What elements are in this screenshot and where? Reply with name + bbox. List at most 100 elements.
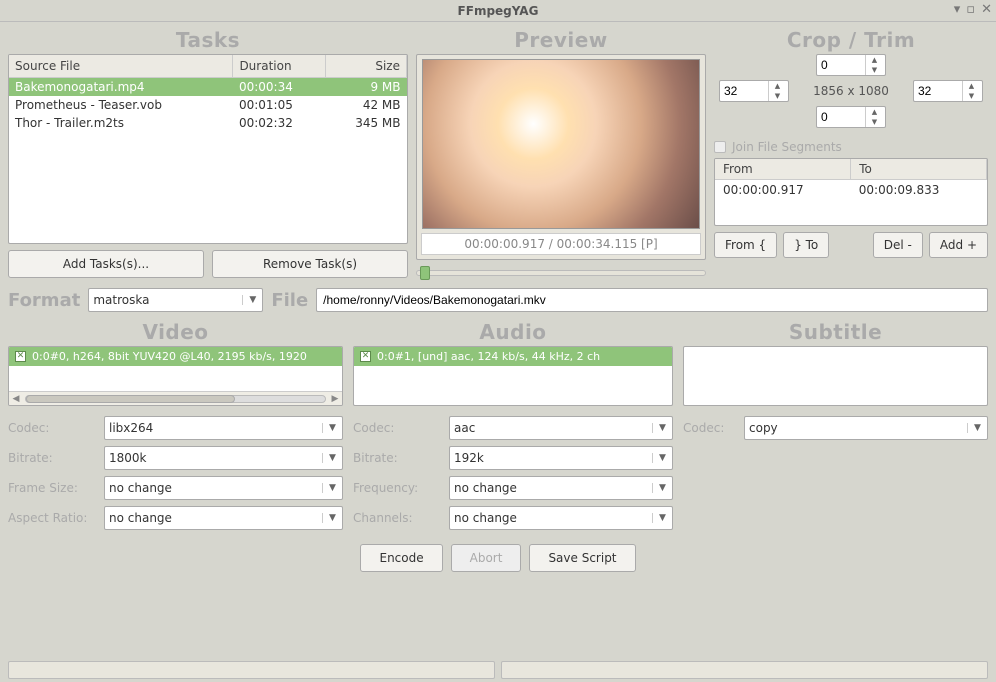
trim-col-from[interactable]: From [715,159,851,180]
audio-stream-list[interactable]: ✕ 0:0#1, [und] aac, 124 kb/s, 44 kHz, 2 … [353,346,673,406]
audio-channels-combo[interactable]: no change▼ [449,506,673,530]
crop-resolution: 1856 x 1080 [813,84,889,98]
up-icon[interactable]: ▲ [866,55,883,65]
chevron-down-icon[interactable]: ▼ [967,423,983,433]
trim-to-button[interactable]: } To [783,232,829,258]
trim-from-button[interactable]: From { [714,232,777,258]
audio-freq-combo[interactable]: no change▼ [449,476,673,500]
video-title: Video [8,320,343,344]
trim-del-button[interactable]: Del - [873,232,923,258]
video-stream-item[interactable]: ✕ 0:0#0, h264, 8bit YUV420 @L40, 2195 kb… [9,347,342,366]
video-panel: Video ✕ 0:0#0, h264, 8bit YUV420 @L40, 2… [8,320,343,530]
table-row[interactable]: Bakemonogatari.mp400:00:349 MB [9,78,407,97]
chevron-down-icon[interactable]: ▼ [322,453,338,463]
tasks-panel: Tasks Source File Duration Size Bakemono… [8,28,408,278]
subtitle-codec-combo[interactable]: copy▼ [744,416,988,440]
preview-time: 00:00:00.917 / 00:00:34.115 [P] [421,233,701,255]
slider-thumb[interactable] [420,266,430,280]
video-bitrate-combo[interactable]: 1800k▼ [104,446,343,470]
trim-table[interactable]: From To 00:00:00.91700:00:09.833 [714,158,988,226]
audio-codec-label: Codec: [353,421,443,435]
audio-channels-label: Channels: [353,511,443,525]
chevron-down-icon[interactable]: ▼ [322,513,338,523]
tasks-col-source[interactable]: Source File [9,55,233,78]
maximize-icon[interactable]: ▫ [966,2,975,17]
audio-stream-item[interactable]: ✕ 0:0#1, [und] aac, 124 kb/s, 44 kHz, 2 … [354,347,672,366]
scroll-right-icon[interactable]: ▶ [328,394,342,404]
video-aspect-combo[interactable]: no change▼ [104,506,343,530]
checkbox-icon[interactable]: ✕ [360,351,371,362]
join-segments-label: Join File Segments [732,140,842,154]
up-icon[interactable]: ▲ [866,107,883,117]
format-label: Format [8,290,80,311]
chevron-down-icon[interactable]: ▼ [322,483,338,493]
subtitle-stream-list[interactable] [683,346,988,406]
minimize-icon[interactable]: ▾ [954,2,961,17]
encode-button[interactable]: Encode [360,544,442,572]
audio-codec-combo[interactable]: aac▼ [449,416,673,440]
remove-task-button[interactable]: Remove Task(s) [212,250,408,278]
audio-panel: Audio ✕ 0:0#1, [und] aac, 124 kb/s, 44 k… [353,320,673,530]
trim-add-button[interactable]: Add + [929,232,988,258]
status-cell [8,661,495,679]
crop-right-input[interactable]: ▲▼ [913,80,983,102]
down-icon[interactable]: ▼ [866,117,883,127]
crop-bottom-input[interactable]: ▲▼ [816,106,886,128]
window-title: FFmpegYAG [458,4,539,18]
titlebar: FFmpegYAG ▾ ▫ ✕ [0,0,996,22]
audio-title: Audio [353,320,673,344]
up-icon[interactable]: ▲ [769,81,786,91]
preview-seek-slider[interactable] [416,270,706,276]
save-script-button[interactable]: Save Script [529,544,635,572]
chevron-down-icon[interactable]: ▼ [242,295,258,305]
tasks-col-duration[interactable]: Duration [233,55,326,78]
checkbox-icon[interactable]: ✕ [15,351,26,362]
audio-bitrate-label: Bitrate: [353,451,443,465]
table-row[interactable]: Prometheus - Teaser.vob00:01:0542 MB [9,96,407,114]
video-codec-combo[interactable]: libx264▼ [104,416,343,440]
add-tasks-button[interactable]: Add Tasks(s)... [8,250,204,278]
table-row[interactable]: 00:00:00.91700:00:09.833 [715,180,987,201]
up-icon[interactable]: ▲ [963,81,980,91]
format-combo[interactable]: matroska ▼ [88,288,263,312]
video-bitrate-label: Bitrate: [8,451,98,465]
video-aspect-label: Aspect Ratio: [8,511,98,525]
tasks-table[interactable]: Source File Duration Size Bakemonogatari… [8,54,408,244]
subtitle-panel: Subtitle Codec: copy▼ [683,320,988,530]
abort-button: Abort [451,544,522,572]
tasks-col-size[interactable]: Size [326,55,407,78]
scroll-knob[interactable] [26,395,235,403]
crop-left-input[interactable]: ▲▼ [719,80,789,102]
close-icon[interactable]: ✕ [981,2,992,17]
video-framesize-combo[interactable]: no change▼ [104,476,343,500]
subtitle-title: Subtitle [683,320,988,344]
chevron-down-icon[interactable]: ▼ [652,483,668,493]
video-codec-label: Codec: [8,421,98,435]
statusbar [8,661,988,679]
table-row[interactable]: Thor - Trailer.m2ts00:02:32345 MB [9,114,407,132]
crop-top-input[interactable]: ▲▼ [816,54,886,76]
chevron-down-icon[interactable]: ▼ [322,423,338,433]
file-path-input[interactable] [316,288,988,312]
join-segments-checkbox [714,141,726,153]
crop-panel: Crop / Trim ▲▼ ▲▼ 1856 x 1080 ▲▼ ▲▼ Join… [714,28,988,278]
file-label: File [271,290,308,311]
chevron-down-icon[interactable]: ▼ [652,423,668,433]
video-framesize-label: Frame Size: [8,481,98,495]
window-controls: ▾ ▫ ✕ [954,2,992,17]
crop-title: Crop / Trim [714,28,988,52]
down-icon[interactable]: ▼ [963,91,980,101]
chevron-down-icon[interactable]: ▼ [652,453,668,463]
status-cell [501,661,988,679]
scroll-left-icon[interactable]: ◀ [9,394,23,404]
video-hscroll[interactable]: ◀ ▶ [9,391,342,405]
audio-freq-label: Frequency: [353,481,443,495]
down-icon[interactable]: ▼ [866,65,883,75]
chevron-down-icon[interactable]: ▼ [652,513,668,523]
preview-title: Preview [416,28,706,52]
audio-bitrate-combo[interactable]: 192k▼ [449,446,673,470]
trim-col-to[interactable]: To [851,159,987,180]
video-stream-list[interactable]: ✕ 0:0#0, h264, 8bit YUV420 @L40, 2195 kb… [8,346,343,406]
preview-image [422,59,700,229]
down-icon[interactable]: ▼ [769,91,786,101]
